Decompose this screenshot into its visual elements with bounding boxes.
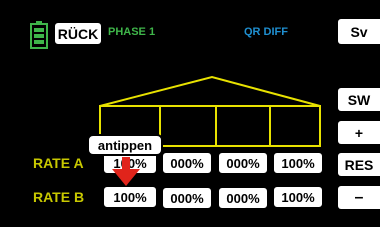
- rate-a-qr1r-value[interactable]: 100%: [272, 151, 324, 175]
- rate-a-qr2r-value[interactable]: 000%: [217, 151, 269, 175]
- down-arrow-icon: [112, 157, 140, 186]
- rate-b-qr1l-value[interactable]: 100%: [102, 185, 158, 209]
- row-label-rate-a: RATE A: [33, 155, 84, 171]
- rate-b-qr1r-value[interactable]: 100%: [272, 185, 324, 209]
- rate-b-qr2l-value[interactable]: 000%: [161, 186, 213, 210]
- minus-button[interactable]: –: [336, 184, 380, 211]
- sw-button[interactable]: SW: [336, 86, 380, 113]
- plus-button[interactable]: +: [336, 119, 380, 146]
- screen: RÜCK PHASE 1 QR DIFF Sv QR1L QR2L QR2R Q…: [0, 0, 380, 248]
- row-label-rate-b: RATE B: [33, 189, 85, 205]
- column-header-qr2r: QR2R: [224, 122, 262, 137]
- reset-button[interactable]: RES: [336, 151, 380, 178]
- rate-a-qr2l-value[interactable]: 000%: [161, 151, 213, 175]
- column-header-qr2l: QR2L: [170, 122, 206, 137]
- rate-b-qr2r-value[interactable]: 000%: [217, 186, 269, 210]
- callout-tooltip: antippen: [87, 134, 163, 156]
- column-header-qr1r: QR1R: [277, 122, 315, 137]
